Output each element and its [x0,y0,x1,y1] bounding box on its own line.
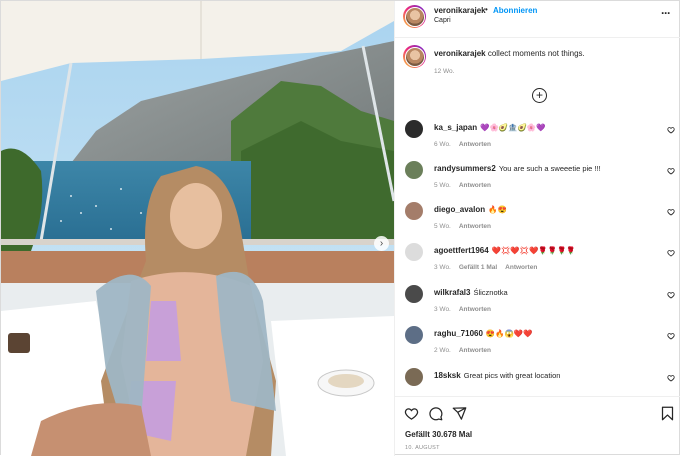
post-photo[interactable]: › [1,1,394,456]
reply-button[interactable]: Antworten [459,223,491,230]
commenter-avatar[interactable] [405,120,423,138]
comment-like-heart-icon[interactable] [667,332,675,340]
commenter-avatar[interactable] [405,368,423,386]
comment-text-line: agoettfert1964 ❤️💢❤️💢❤️🌹🌹🌹🌹 [434,246,576,255]
reply-button[interactable]: Antworten [505,264,537,271]
comment-row: diego_avalon 🔥😍 5 Wo. Antworten [395,202,680,242]
comment-like-heart-icon[interactable] [667,249,675,257]
carousel-next-button[interactable]: › [374,236,389,251]
commenter-avatar[interactable] [405,285,423,303]
comment-body: Ślicznotka [473,288,508,297]
comment-like-heart-icon[interactable] [667,167,675,175]
commenter-username[interactable]: raghu_71060 [434,329,483,338]
comment-meta: 3 Wo. Antworten [434,306,499,313]
caption-avatar[interactable] [403,45,426,68]
comment-text-line: diego_avalon 🔥😍 [434,205,507,214]
reply-button[interactable]: Antworten [459,141,491,148]
comment-row: agoettfert1964 ❤️💢❤️💢❤️🌹🌹🌹🌹 3 Wo. Gefällt 1… [395,243,680,283]
comment-meta: 3 Wo. Gefällt 1 Mal Antworten [434,264,545,271]
share-icon[interactable] [452,406,467,421]
comment-row: wilkrafal3 Ślicznotka 3 Wo. Antworten [395,285,680,325]
comment-text-line: raghu_71060 😍🔥😱❤️❤️ [434,329,533,338]
comment-text-line: randysummers2 You are such a sweeetie pie… [434,164,601,173]
comment-time: 2 Wo. [434,347,451,354]
commenter-username[interactable]: agoettfert1964 [434,246,489,255]
post-location[interactable]: Capri [434,17,451,24]
caption-time: 12 Wo. [434,68,455,75]
action-bar: Gefällt 30.678 Mal 10. AUGUST [395,396,680,456]
commenter-username[interactable]: randysummers2 [434,164,496,173]
comment-time: 3 Wo. [434,264,451,271]
instagram-post: › veronikarajek • Abonnieren Capri ··· v… [0,0,680,456]
photo-scene [1,1,394,456]
commenter-avatar[interactable] [405,202,423,220]
follow-button[interactable]: Abonnieren [493,6,537,15]
reply-button[interactable]: Antworten [459,306,491,313]
comment-meta: 6 Wo. Antworten [434,141,499,148]
comment-like-heart-icon[interactable] [667,291,675,299]
comment-meta: 5 Wo. Antworten [434,182,499,189]
comment-text-line: 18sksk Great pics with great location [434,371,560,380]
comment-like-heart-icon[interactable] [667,126,675,134]
comment-text-line: ka_s_japan 💜🌸🥑🏦🥑🌸💜 [434,123,546,132]
comment-like-heart-icon[interactable] [667,374,675,382]
commenter-avatar[interactable] [405,326,423,344]
comment-likes[interactable]: Gefällt 1 Mal [459,264,497,271]
comment-body: 🔥😍 [488,205,507,214]
comment-time: 5 Wo. [434,182,451,189]
comment-body: 😍🔥😱❤️❤️ [485,329,533,338]
reply-button[interactable]: Antworten [459,182,491,189]
post-sidebar: veronikarajek • Abonnieren Capri ··· ver… [394,1,680,456]
caption-text: collect moments not things. [487,49,585,58]
author-avatar[interactable] [403,5,426,28]
commenter-username[interactable]: ka_s_japan [434,123,477,132]
commenter-avatar[interactable] [405,243,423,261]
author-username[interactable]: veronikarajek [434,6,486,15]
comment-time: 5 Wo. [434,223,451,230]
post-date: 10. AUGUST [405,445,440,451]
comment-text-line: wilkrafal3 Ślicznotka [434,288,508,297]
comment-body: 💜🌸🥑🏦🥑🌸💜 [480,123,546,132]
comment-body: ❤️💢❤️💢❤️🌹🌹🌹🌹 [491,246,576,255]
comment-row: ka_s_japan 💜🌸🥑🏦🥑🌸💜 6 Wo. Antworten [395,120,680,160]
comment-body: You are such a sweeetie pie !!! [498,164,601,173]
commenter-username[interactable]: diego_avalon [434,205,485,214]
reply-button[interactable]: Antworten [459,347,491,354]
heart-icon[interactable] [404,406,419,421]
more-horizontal-icon[interactable]: ··· [661,6,671,20]
comment-row: randysummers2 You are such a sweeetie pie… [395,161,680,201]
comment-like-heart-icon[interactable] [667,208,675,216]
post-header: veronikarajek • Abonnieren Capri ··· [395,1,680,38]
comment-row: raghu_71060 😍🔥😱❤️❤️ 2 Wo. Antworten [395,326,680,366]
comment-body: Great pics with great location [463,371,561,380]
plus-circle-icon[interactable]: + [532,88,547,103]
comment-time: 6 Wo. [434,141,451,148]
commenter-avatar[interactable] [405,161,423,179]
comment-time: 3 Wo. [434,306,451,313]
caption-username[interactable]: veronikarajek [434,49,486,58]
commenter-username[interactable]: wilkrafal3 [434,288,470,297]
header-separator: • [485,5,488,14]
comment-meta: 5 Wo. Antworten [434,223,499,230]
bookmark-icon[interactable] [660,406,675,421]
post-caption: veronikarajek collect moments not things… [434,49,585,58]
comment-icon[interactable] [428,406,443,421]
commenter-username[interactable]: 18sksk [434,371,461,380]
likes-count[interactable]: Gefällt 30.678 Mal [405,430,472,439]
comment-meta: 2 Wo. Antworten [434,347,499,354]
